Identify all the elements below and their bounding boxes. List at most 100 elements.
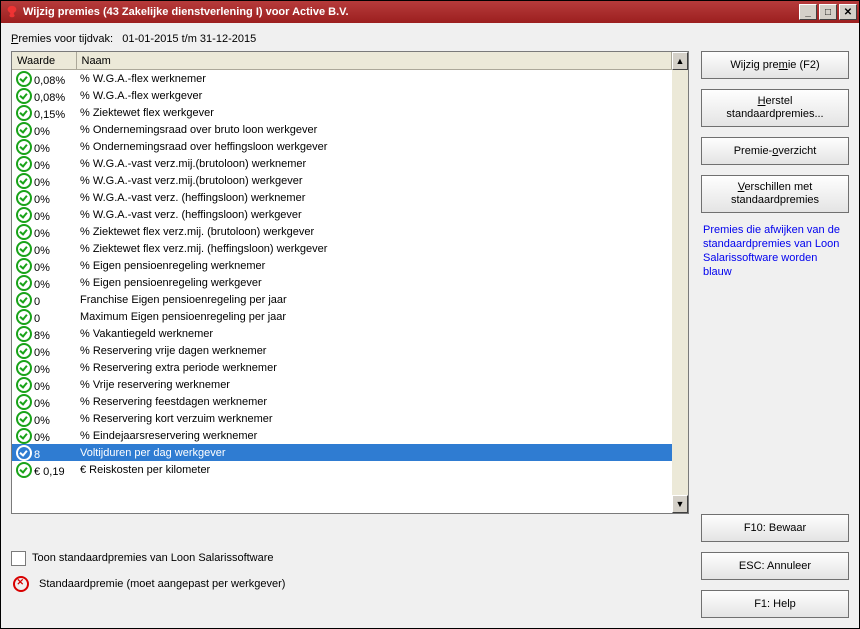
check-icon (16, 411, 32, 427)
value-text: 0% (34, 126, 50, 138)
table-row[interactable]: 0%% Reservering extra periode werknemer (12, 359, 672, 376)
help-button[interactable]: F1: Help (701, 590, 849, 618)
table-row[interactable]: 0Maximum Eigen pensioenregeling per jaar (12, 308, 672, 325)
table-row[interactable]: 0,15%% Ziektewet flex werkgever (12, 104, 672, 121)
table-row[interactable]: 0%% Vrije reservering werknemer (12, 376, 672, 393)
check-icon (16, 139, 32, 155)
check-icon (16, 71, 32, 87)
check-icon (16, 258, 32, 274)
value-text: 0% (34, 143, 50, 155)
table-row[interactable]: 0,08%% W.G.A.-flex werknemer (12, 70, 672, 88)
value-text: 0,08% (34, 92, 65, 104)
table-row[interactable]: 0%% W.G.A.-vast verz. (heffingsloon) wer… (12, 189, 672, 206)
vertical-scrollbar[interactable]: ▲ ▼ (672, 52, 688, 513)
col-waarde[interactable]: Waarde (12, 52, 76, 70)
cell-naam: % Vakantiegeld werknemer (76, 325, 672, 342)
table-row[interactable]: 0%% Reservering vrije dagen werknemer (12, 342, 672, 359)
table-header-row: Waarde Naam (12, 52, 672, 70)
table-row[interactable]: 8%% Vakantiegeld werknemer (12, 325, 672, 342)
cell-waarde: 0% (12, 138, 76, 155)
cell-naam: % Ziektewet flex verz.mij. (heffingsloon… (76, 240, 672, 257)
table-row[interactable]: 0%% Ziektewet flex verz.mij. (brutoloon)… (12, 223, 672, 240)
value-text: 0% (34, 432, 50, 444)
bottom-left: Toon standaardpremies van Loon Salarisso… (11, 541, 689, 592)
table-row[interactable]: 0%% Eigen pensioenregeling werkgever (12, 274, 672, 291)
cell-waarde: 0% (12, 206, 76, 223)
cell-waarde: 0% (12, 427, 76, 444)
check-icon (16, 122, 32, 138)
check-icon (16, 428, 32, 444)
checkbox-icon[interactable] (11, 551, 26, 566)
cancel-button[interactable]: ESC: Annuleer (701, 552, 849, 580)
value-text: 0% (34, 177, 50, 189)
cell-waarde: 0% (12, 172, 76, 189)
bottom-right: F10: Bewaar ESC: Annuleer F1: Help (701, 514, 849, 618)
cell-waarde: 0% (12, 257, 76, 274)
window-title: Wijzig premies (43 Zakelijke dienstverle… (23, 6, 797, 18)
scroll-up-button[interactable]: ▲ (672, 52, 688, 70)
check-icon (16, 190, 32, 206)
verschillen-button[interactable]: Verschillen metstandaardpremies (701, 175, 849, 213)
premies-table[interactable]: Waarde Naam 0,08%% W.G.A.-flex werknemer… (12, 52, 672, 513)
cell-naam: % Eigen pensioenregeling werkgever (76, 274, 672, 291)
cell-naam: Voltijduren per dag werkgever (76, 444, 672, 461)
table-row[interactable]: 0%% W.G.A.-vast verz.mij.(brutoloon) wer… (12, 155, 672, 172)
value-text: 0% (34, 398, 50, 410)
value-text: 0% (34, 262, 50, 274)
value-text: 0% (34, 347, 50, 359)
cell-waarde: 0% (12, 359, 76, 376)
scroll-track[interactable] (672, 70, 688, 495)
minimize-button[interactable]: _ (799, 4, 817, 20)
sidebar-note: Premies die afwijken van de standaardpre… (701, 223, 849, 279)
show-standaard-checkbox-row[interactable]: Toon standaardpremies van Loon Salarisso… (11, 551, 689, 566)
table-row[interactable]: 0Franchise Eigen pensioenregeling per ja… (12, 291, 672, 308)
wijzig-premie-button[interactable]: Wijzig premie (F2) (701, 51, 849, 79)
scroll-down-button[interactable]: ▼ (672, 495, 688, 513)
cell-waarde: 0% (12, 240, 76, 257)
check-icon (16, 241, 32, 257)
cell-naam: % Eindejaarsreservering werknemer (76, 427, 672, 444)
herstel-standaardpremies-button[interactable]: Herstelstandaardpremies... (701, 89, 849, 127)
cell-naam: % Reservering feestdagen werknemer (76, 393, 672, 410)
table-row[interactable]: 0%% Ondernemingsraad over bruto loon wer… (12, 121, 672, 138)
table-row[interactable]: 0%% W.G.A.-vast verz.mij.(brutoloon) wer… (12, 172, 672, 189)
check-icon (16, 394, 32, 410)
bottom-area: Toon standaardpremies van Loon Salarisso… (11, 514, 849, 618)
table-row[interactable]: 0% % Reservering feestdagen werknemer (12, 393, 672, 410)
value-text: 0,15% (34, 109, 65, 121)
error-icon (13, 576, 29, 592)
cell-waarde: 0% (12, 410, 76, 427)
table-row[interactable]: 0% % Eindejaarsreservering werknemer (12, 427, 672, 444)
cell-waarde: 0,15% (12, 104, 76, 121)
close-button[interactable]: ✕ (839, 4, 857, 20)
cell-naam: % Eigen pensioenregeling werknemer (76, 257, 672, 274)
table-row[interactable]: € 0,19€ Reiskosten per kilometer (12, 461, 672, 478)
check-icon (16, 156, 32, 172)
col-naam[interactable]: Naam (76, 52, 672, 70)
save-button[interactable]: F10: Bewaar (701, 514, 849, 542)
check-icon (16, 88, 32, 104)
cell-waarde: 0% (12, 155, 76, 172)
table-row[interactable]: 0% % Eigen pensioenregeling werknemer (12, 257, 672, 274)
table-row[interactable]: 8Voltijduren per dag werkgever (12, 444, 672, 461)
table-row[interactable]: 0%% Reservering kort verzuim werknemer (12, 410, 672, 427)
table-row[interactable]: 0,08%% W.G.A.-flex werkgever (12, 87, 672, 104)
cell-waarde: 0% (12, 342, 76, 359)
table-row[interactable]: 0%% W.G.A.-vast verz. (heffingsloon) wer… (12, 206, 672, 223)
check-icon (16, 275, 32, 291)
maximize-button[interactable]: □ (819, 4, 837, 20)
check-icon (16, 343, 32, 359)
cell-naam: % W.G.A.-vast verz. (heffingsloon) werkn… (76, 189, 672, 206)
cell-naam: % Reservering kort verzuim werknemer (76, 410, 672, 427)
table-row[interactable]: 0%% Ondernemingsraad over heffingsloon w… (12, 138, 672, 155)
premie-overzicht-button[interactable]: Premie-overzicht (701, 137, 849, 165)
check-icon (16, 462, 32, 478)
value-text: 0% (34, 228, 50, 240)
table-row[interactable]: 0%% Ziektewet flex verz.mij. (heffingslo… (12, 240, 672, 257)
cell-naam: Franchise Eigen pensioenregeling per jaa… (76, 291, 672, 308)
cell-naam: Maximum Eigen pensioenregeling per jaar (76, 308, 672, 325)
legend-row: Standaardpremie (moet aangepast per werk… (11, 576, 689, 592)
check-icon (16, 292, 32, 308)
cell-waarde: 0 (12, 291, 76, 308)
cell-waarde: € 0,19 (12, 461, 76, 478)
